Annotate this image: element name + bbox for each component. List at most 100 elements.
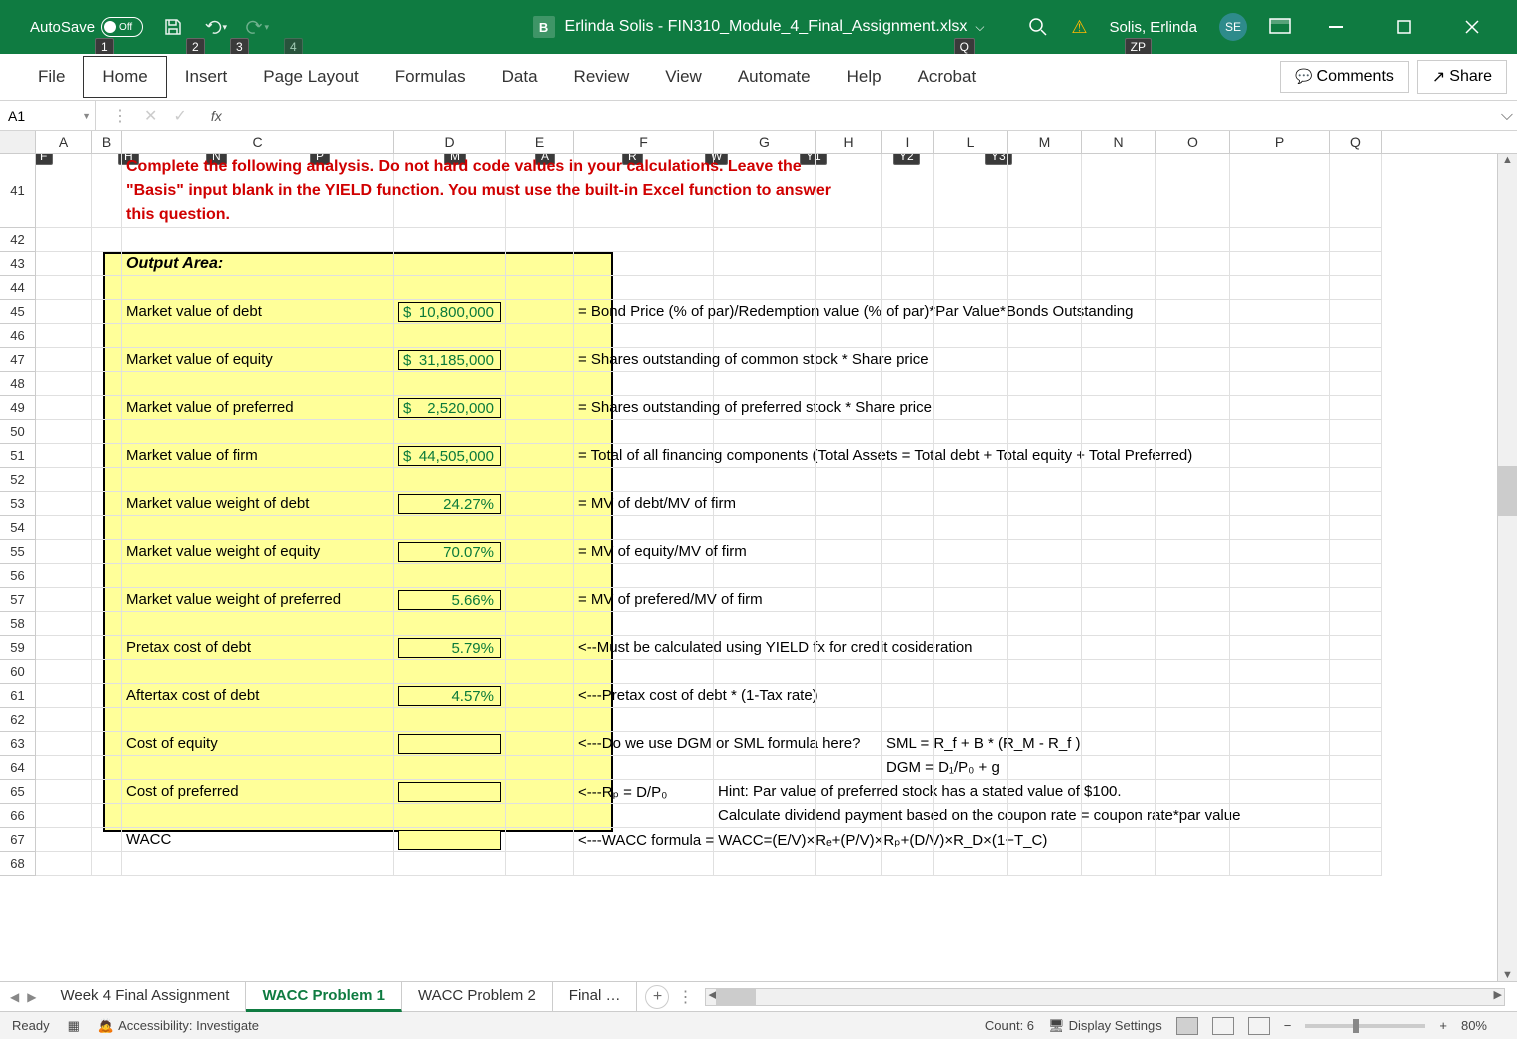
- cell[interactable]: [1230, 612, 1330, 636]
- row-header-54[interactable]: 54: [0, 516, 36, 540]
- col-header-N[interactable]: N: [1082, 131, 1156, 153]
- ribbon-display-icon[interactable]: [1269, 18, 1291, 36]
- cell[interactable]: [36, 492, 92, 516]
- cell[interactable]: [934, 420, 1008, 444]
- cell[interactable]: [1082, 708, 1156, 732]
- cell[interactable]: [714, 492, 816, 516]
- cell[interactable]: [36, 540, 92, 564]
- cell[interactable]: [1330, 732, 1382, 756]
- cell[interactable]: [1082, 804, 1156, 828]
- cell[interactable]: [1330, 154, 1382, 228]
- cell[interactable]: [92, 684, 122, 708]
- row-header-64[interactable]: 64: [0, 756, 36, 780]
- row-header-41[interactable]: 41: [0, 154, 36, 228]
- cell[interactable]: [1330, 516, 1382, 540]
- sheet-tab[interactable]: WACC Problem 1: [246, 982, 402, 1012]
- cell[interactable]: [1156, 276, 1230, 300]
- cell[interactable]: [1330, 588, 1382, 612]
- cell[interactable]: [1156, 540, 1230, 564]
- cell[interactable]: [1008, 780, 1082, 804]
- cell[interactable]: [934, 708, 1008, 732]
- user-name[interactable]: Solis, Erlinda: [1109, 19, 1197, 36]
- cell[interactable]: [122, 708, 394, 732]
- cell[interactable]: [36, 684, 92, 708]
- row-header-68[interactable]: 68: [0, 852, 36, 876]
- cell[interactable]: [1082, 540, 1156, 564]
- cell[interactable]: [1008, 468, 1082, 492]
- cell[interactable]: [934, 636, 1008, 660]
- redo-icon[interactable]: ▾: [245, 15, 269, 39]
- cell[interactable]: Hint: Par value of preferred stock has a…: [714, 780, 816, 804]
- cell[interactable]: [1156, 660, 1230, 684]
- row-header-57[interactable]: 57: [0, 588, 36, 612]
- cell[interactable]: [1008, 636, 1082, 660]
- cell[interactable]: 5.79%: [394, 636, 506, 660]
- cell[interactable]: [1330, 708, 1382, 732]
- cell[interactable]: [1330, 324, 1382, 348]
- cell[interactable]: [816, 324, 882, 348]
- cell[interactable]: [1230, 420, 1330, 444]
- col-header-Q[interactable]: Q: [1330, 131, 1382, 153]
- cell[interactable]: [1008, 444, 1082, 468]
- cell[interactable]: [1082, 516, 1156, 540]
- cell[interactable]: [934, 588, 1008, 612]
- cell[interactable]: [1230, 396, 1330, 420]
- cell[interactable]: [882, 468, 934, 492]
- cell[interactable]: [506, 300, 574, 324]
- cell[interactable]: [506, 588, 574, 612]
- cell[interactable]: [394, 276, 506, 300]
- cell[interactable]: [36, 396, 92, 420]
- cell[interactable]: [1082, 492, 1156, 516]
- zoom-slider[interactable]: [1305, 1024, 1425, 1028]
- col-header-F[interactable]: F: [574, 131, 714, 153]
- cell[interactable]: [934, 372, 1008, 396]
- cell[interactable]: [1008, 684, 1082, 708]
- cell[interactable]: [882, 154, 934, 228]
- cell[interactable]: [92, 780, 122, 804]
- cell[interactable]: 24.27%: [394, 492, 506, 516]
- cell[interactable]: [934, 154, 1008, 228]
- cell[interactable]: [714, 828, 816, 852]
- cell[interactable]: [882, 636, 934, 660]
- col-header-B[interactable]: B: [92, 131, 122, 153]
- cell[interactable]: [1156, 492, 1230, 516]
- cell[interactable]: [92, 612, 122, 636]
- add-sheet-button[interactable]: +: [645, 985, 669, 1009]
- cell[interactable]: [934, 852, 1008, 876]
- row-header-53[interactable]: 53: [0, 492, 36, 516]
- cell[interactable]: Market value of preferred: [122, 396, 394, 420]
- cell[interactable]: [1330, 828, 1382, 852]
- cell[interactable]: [506, 708, 574, 732]
- cell[interactable]: [92, 154, 122, 228]
- cell[interactable]: [1230, 684, 1330, 708]
- cell[interactable]: [882, 588, 934, 612]
- cell[interactable]: [1008, 300, 1082, 324]
- cell[interactable]: [816, 516, 882, 540]
- cell[interactable]: [1082, 756, 1156, 780]
- row-header-50[interactable]: 50: [0, 420, 36, 444]
- cell[interactable]: [882, 228, 934, 252]
- tab-view[interactable]: View: [647, 57, 720, 97]
- cell[interactable]: [92, 708, 122, 732]
- cell[interactable]: [1082, 420, 1156, 444]
- cell[interactable]: [1156, 612, 1230, 636]
- cell[interactable]: [1230, 444, 1330, 468]
- cell[interactable]: [1082, 154, 1156, 228]
- cell[interactable]: [574, 612, 714, 636]
- cell[interactable]: [882, 324, 934, 348]
- cell[interactable]: [36, 516, 92, 540]
- horizontal-scrollbar[interactable]: ◀ ▶: [705, 988, 1505, 1006]
- cell[interactable]: [506, 420, 574, 444]
- cell[interactable]: [1156, 852, 1230, 876]
- row-header-45[interactable]: 45: [0, 300, 36, 324]
- cell[interactable]: Cost of preferred: [122, 780, 394, 804]
- cell[interactable]: [714, 276, 816, 300]
- cell[interactable]: [816, 540, 882, 564]
- cell[interactable]: [714, 396, 816, 420]
- cell[interactable]: [394, 612, 506, 636]
- row-header-67[interactable]: 67: [0, 828, 36, 852]
- cell[interactable]: [1230, 804, 1330, 828]
- close-button[interactable]: [1449, 7, 1495, 47]
- cell[interactable]: [506, 324, 574, 348]
- cell[interactable]: [92, 516, 122, 540]
